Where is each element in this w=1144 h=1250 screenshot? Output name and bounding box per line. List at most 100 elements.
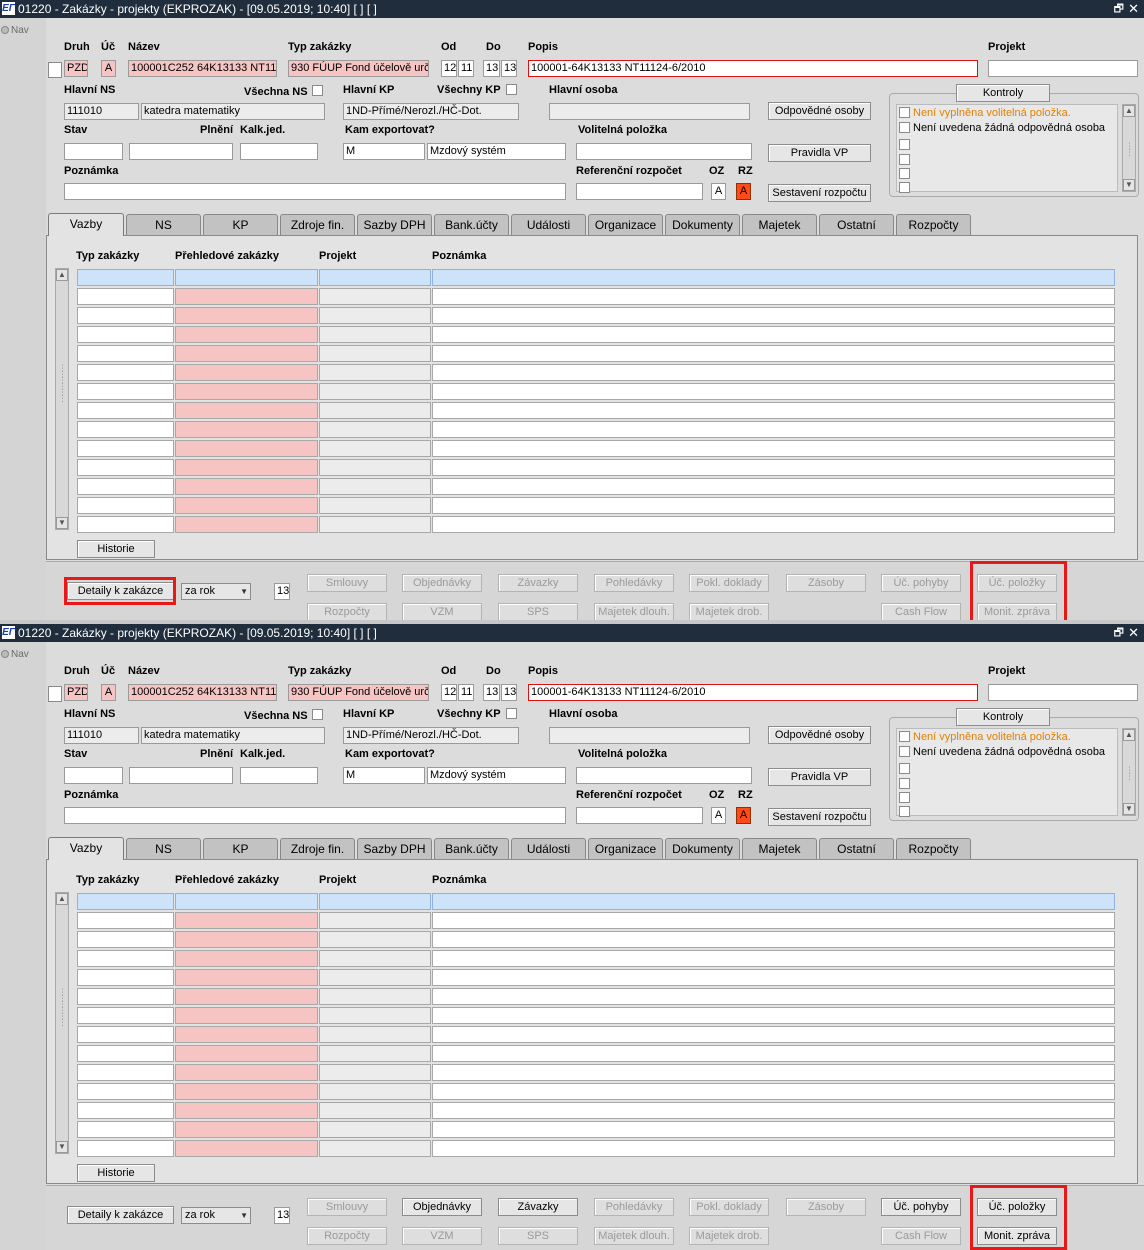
rok-field[interactable]: 13: [274, 583, 290, 600]
rok-field[interactable]: 13: [274, 1207, 290, 1224]
grid-cell[interactable]: [175, 1026, 318, 1043]
scroll-up-icon[interactable]: ▲: [1123, 105, 1135, 117]
grid-cell[interactable]: [175, 307, 318, 324]
od-month-field[interactable]: 12: [441, 684, 457, 701]
grid-cell[interactable]: [175, 950, 318, 967]
kam-exportovat-name-field[interactable]: Mzdový systém: [427, 143, 566, 160]
vsechny-kp-checkbox[interactable]: [506, 708, 517, 719]
kam-exportovat-code-field[interactable]: M: [343, 143, 425, 160]
grid-cell[interactable]: [77, 1083, 174, 1100]
restore-window-icon[interactable]: 🗗: [1114, 0, 1124, 18]
tab-vazby[interactable]: Vazby: [48, 213, 124, 236]
restore-window-icon[interactable]: 🗗: [1114, 624, 1124, 642]
kontrola-checkbox[interactable]: [899, 168, 910, 179]
majetek-drob-button[interactable]: Majetek drob.: [689, 1227, 769, 1245]
grid-cell[interactable]: [319, 326, 431, 343]
tab-udalosti[interactable]: Události: [511, 838, 586, 859]
grid-cell[interactable]: [432, 421, 1115, 438]
oz-field[interactable]: A: [711, 183, 726, 200]
grid-cell[interactable]: [77, 1007, 174, 1024]
close-window-icon[interactable]: ✕: [1128, 0, 1139, 18]
grid-cell[interactable]: [319, 1026, 431, 1043]
tab-vazby[interactable]: Vazby: [48, 837, 124, 860]
rozpocty-button[interactable]: Rozpočty: [307, 1227, 387, 1245]
objednavky-button[interactable]: Objednávky: [402, 1198, 482, 1216]
grid-cell[interactable]: [432, 383, 1115, 400]
grid-cell[interactable]: [432, 1083, 1115, 1100]
zavazky-button[interactable]: Závazky: [498, 1198, 578, 1216]
grid-scrollbar[interactable]: ▲ ⋮ ⋮ ⋮ ⋮ ⋮ ⋮ ▼: [55, 268, 69, 530]
grid-cell[interactable]: [432, 912, 1115, 929]
grid-cell[interactable]: [319, 516, 431, 533]
grid-cell[interactable]: [77, 1064, 174, 1081]
grid-cell[interactable]: [319, 931, 431, 948]
grid-cell[interactable]: [77, 402, 174, 419]
vsechna-ns-checkbox[interactable]: [312, 85, 323, 96]
grid-cell[interactable]: [319, 969, 431, 986]
scroll-grip-icon[interactable]: ⋮ ⋮ ⋮ ⋮ ⋮ ⋮: [58, 988, 67, 1027]
majetek-dlouh-button[interactable]: Majetek dlouh.: [594, 1227, 674, 1245]
kontroly-scrollbar[interactable]: ▲ ⋮ ⋮ ▼: [1122, 728, 1136, 816]
grid-cell[interactable]: [319, 307, 431, 324]
grid-cell[interactable]: [77, 931, 174, 948]
grid-cell[interactable]: [77, 497, 174, 514]
kontrola-checkbox[interactable]: [899, 182, 910, 193]
grid-cell[interactable]: [175, 478, 318, 495]
tab-sazby-dph[interactable]: Sazby DPH: [357, 838, 432, 859]
sps-button[interactable]: SPS: [498, 1227, 578, 1245]
tab-udalosti[interactable]: Události: [511, 214, 586, 235]
grid-cell[interactable]: [432, 1121, 1115, 1138]
grid-cell[interactable]: [432, 950, 1115, 967]
vzm-button[interactable]: VZM: [402, 603, 482, 620]
kam-exportovat-code-field[interactable]: M: [343, 767, 425, 784]
grid-cell[interactable]: [175, 383, 318, 400]
grid-cell[interactable]: [175, 969, 318, 986]
tab-bank-ucty[interactable]: Bank.účty: [434, 214, 509, 235]
vzm-button[interactable]: VZM: [402, 1227, 482, 1245]
grid-cell[interactable]: [77, 1140, 174, 1157]
nav-button[interactable]: Nav: [1, 649, 29, 660]
zasoby-button[interactable]: Zásoby: [786, 574, 866, 592]
pohledavky-button[interactable]: Pohledávky: [594, 1198, 674, 1216]
detaily-k-zakazce-button[interactable]: Detaily k zakázce: [67, 1206, 174, 1224]
tab-ns[interactable]: NS: [126, 214, 201, 235]
grid-cell[interactable]: [175, 931, 318, 948]
plneni-field[interactable]: [129, 767, 233, 784]
scroll-down-icon[interactable]: ▼: [56, 517, 68, 529]
grid-cell[interactable]: [175, 1083, 318, 1100]
grid-cell[interactable]: [175, 440, 318, 457]
scroll-up-icon[interactable]: ▲: [1123, 729, 1135, 741]
hlavni-ns-field[interactable]: 111010: [64, 103, 139, 120]
grid-cell[interactable]: [319, 440, 431, 457]
monit-zprava-button[interactable]: Monit. zpráva: [977, 1227, 1057, 1245]
tab-organizace[interactable]: Organizace: [588, 214, 663, 235]
uc-polozky-button[interactable]: Úč. položky: [977, 574, 1057, 592]
grid-cell[interactable]: [319, 988, 431, 1005]
sestaveni-rozpoctu-button[interactable]: Sestavení rozpočtu: [768, 808, 871, 826]
grid-cell[interactable]: [175, 1121, 318, 1138]
sps-button[interactable]: SPS: [498, 603, 578, 620]
kontrola-checkbox[interactable]: [899, 122, 910, 133]
popis-field[interactable]: 100001-64K13133 NT11124-6/2010: [528, 60, 978, 77]
grid-scrollbar[interactable]: ▲ ⋮ ⋮ ⋮ ⋮ ⋮ ⋮ ▼: [55, 892, 69, 1154]
referencni-rozpocet-field[interactable]: [576, 807, 703, 824]
druh-field[interactable]: PZD: [64, 684, 88, 701]
kalk-jed-field[interactable]: [240, 767, 318, 784]
projekt-field[interactable]: [988, 60, 1138, 77]
grid-cell[interactable]: [319, 1121, 431, 1138]
pravidla-vp-button[interactable]: Pravidla VP: [768, 768, 871, 786]
rozpocty-button[interactable]: Rozpočty: [307, 603, 387, 620]
grid-cell[interactable]: [432, 326, 1115, 343]
grid-cell[interactable]: [175, 1102, 318, 1119]
uc-pohyby-button[interactable]: Úč. pohyby: [881, 574, 961, 592]
kontrola-checkbox[interactable]: [899, 778, 910, 789]
grid-cell[interactable]: [175, 912, 318, 929]
kontroly-scrollbar[interactable]: ▲ ⋮ ⋮ ▼: [1122, 104, 1136, 192]
pravidla-vp-button[interactable]: Pravidla VP: [768, 144, 871, 162]
historie-button[interactable]: Historie: [77, 540, 155, 558]
grid-cell[interactable]: [175, 893, 318, 910]
grid-cell[interactable]: [319, 1007, 431, 1024]
volitelna-polozka-field[interactable]: [576, 767, 752, 784]
grid-cell[interactable]: [175, 326, 318, 343]
grid-cell[interactable]: [77, 893, 174, 910]
